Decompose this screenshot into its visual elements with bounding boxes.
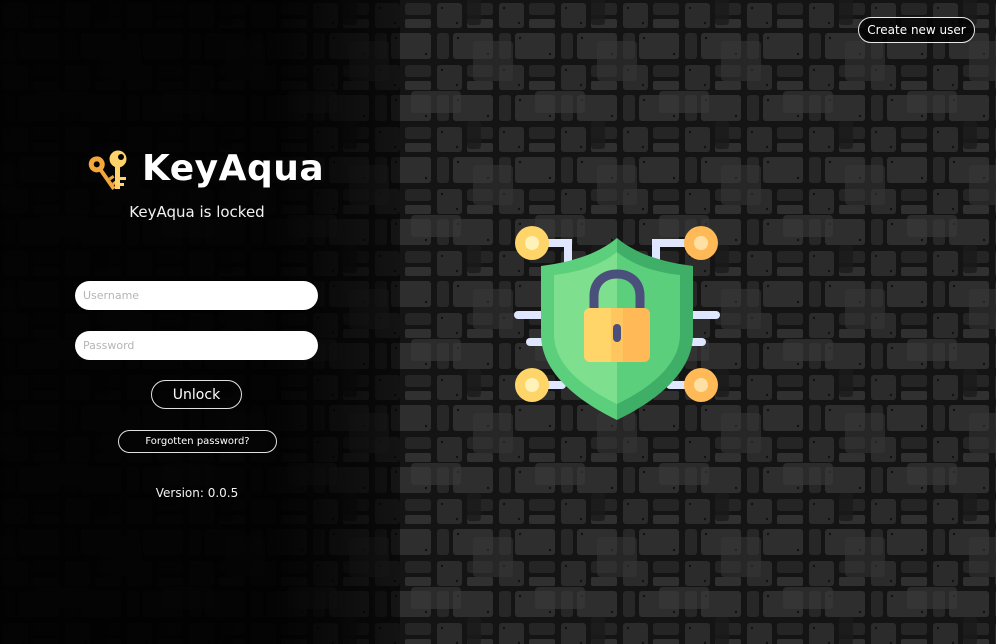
create-new-user-button[interactable]: Create new user — [858, 17, 975, 43]
login-screen: Create new user KeyAqua KeyAqua is locke… — [0, 0, 996, 644]
left-panel-overlay — [0, 0, 400, 644]
username-input[interactable] — [75, 281, 318, 310]
security-shield-lock-icon — [514, 226, 720, 420]
keys-icon — [88, 150, 127, 191]
brand: KeyAqua — [88, 145, 324, 193]
app-title: KeyAqua — [142, 148, 325, 189]
password-input[interactable] — [75, 331, 318, 360]
lock-status-text: KeyAqua is locked — [129, 203, 265, 221]
unlock-button[interactable]: Unlock — [151, 380, 242, 409]
version-label: Version: 0.0.5 — [155, 486, 239, 500]
forgotten-password-button[interactable]: Forgotten password? — [118, 430, 277, 453]
